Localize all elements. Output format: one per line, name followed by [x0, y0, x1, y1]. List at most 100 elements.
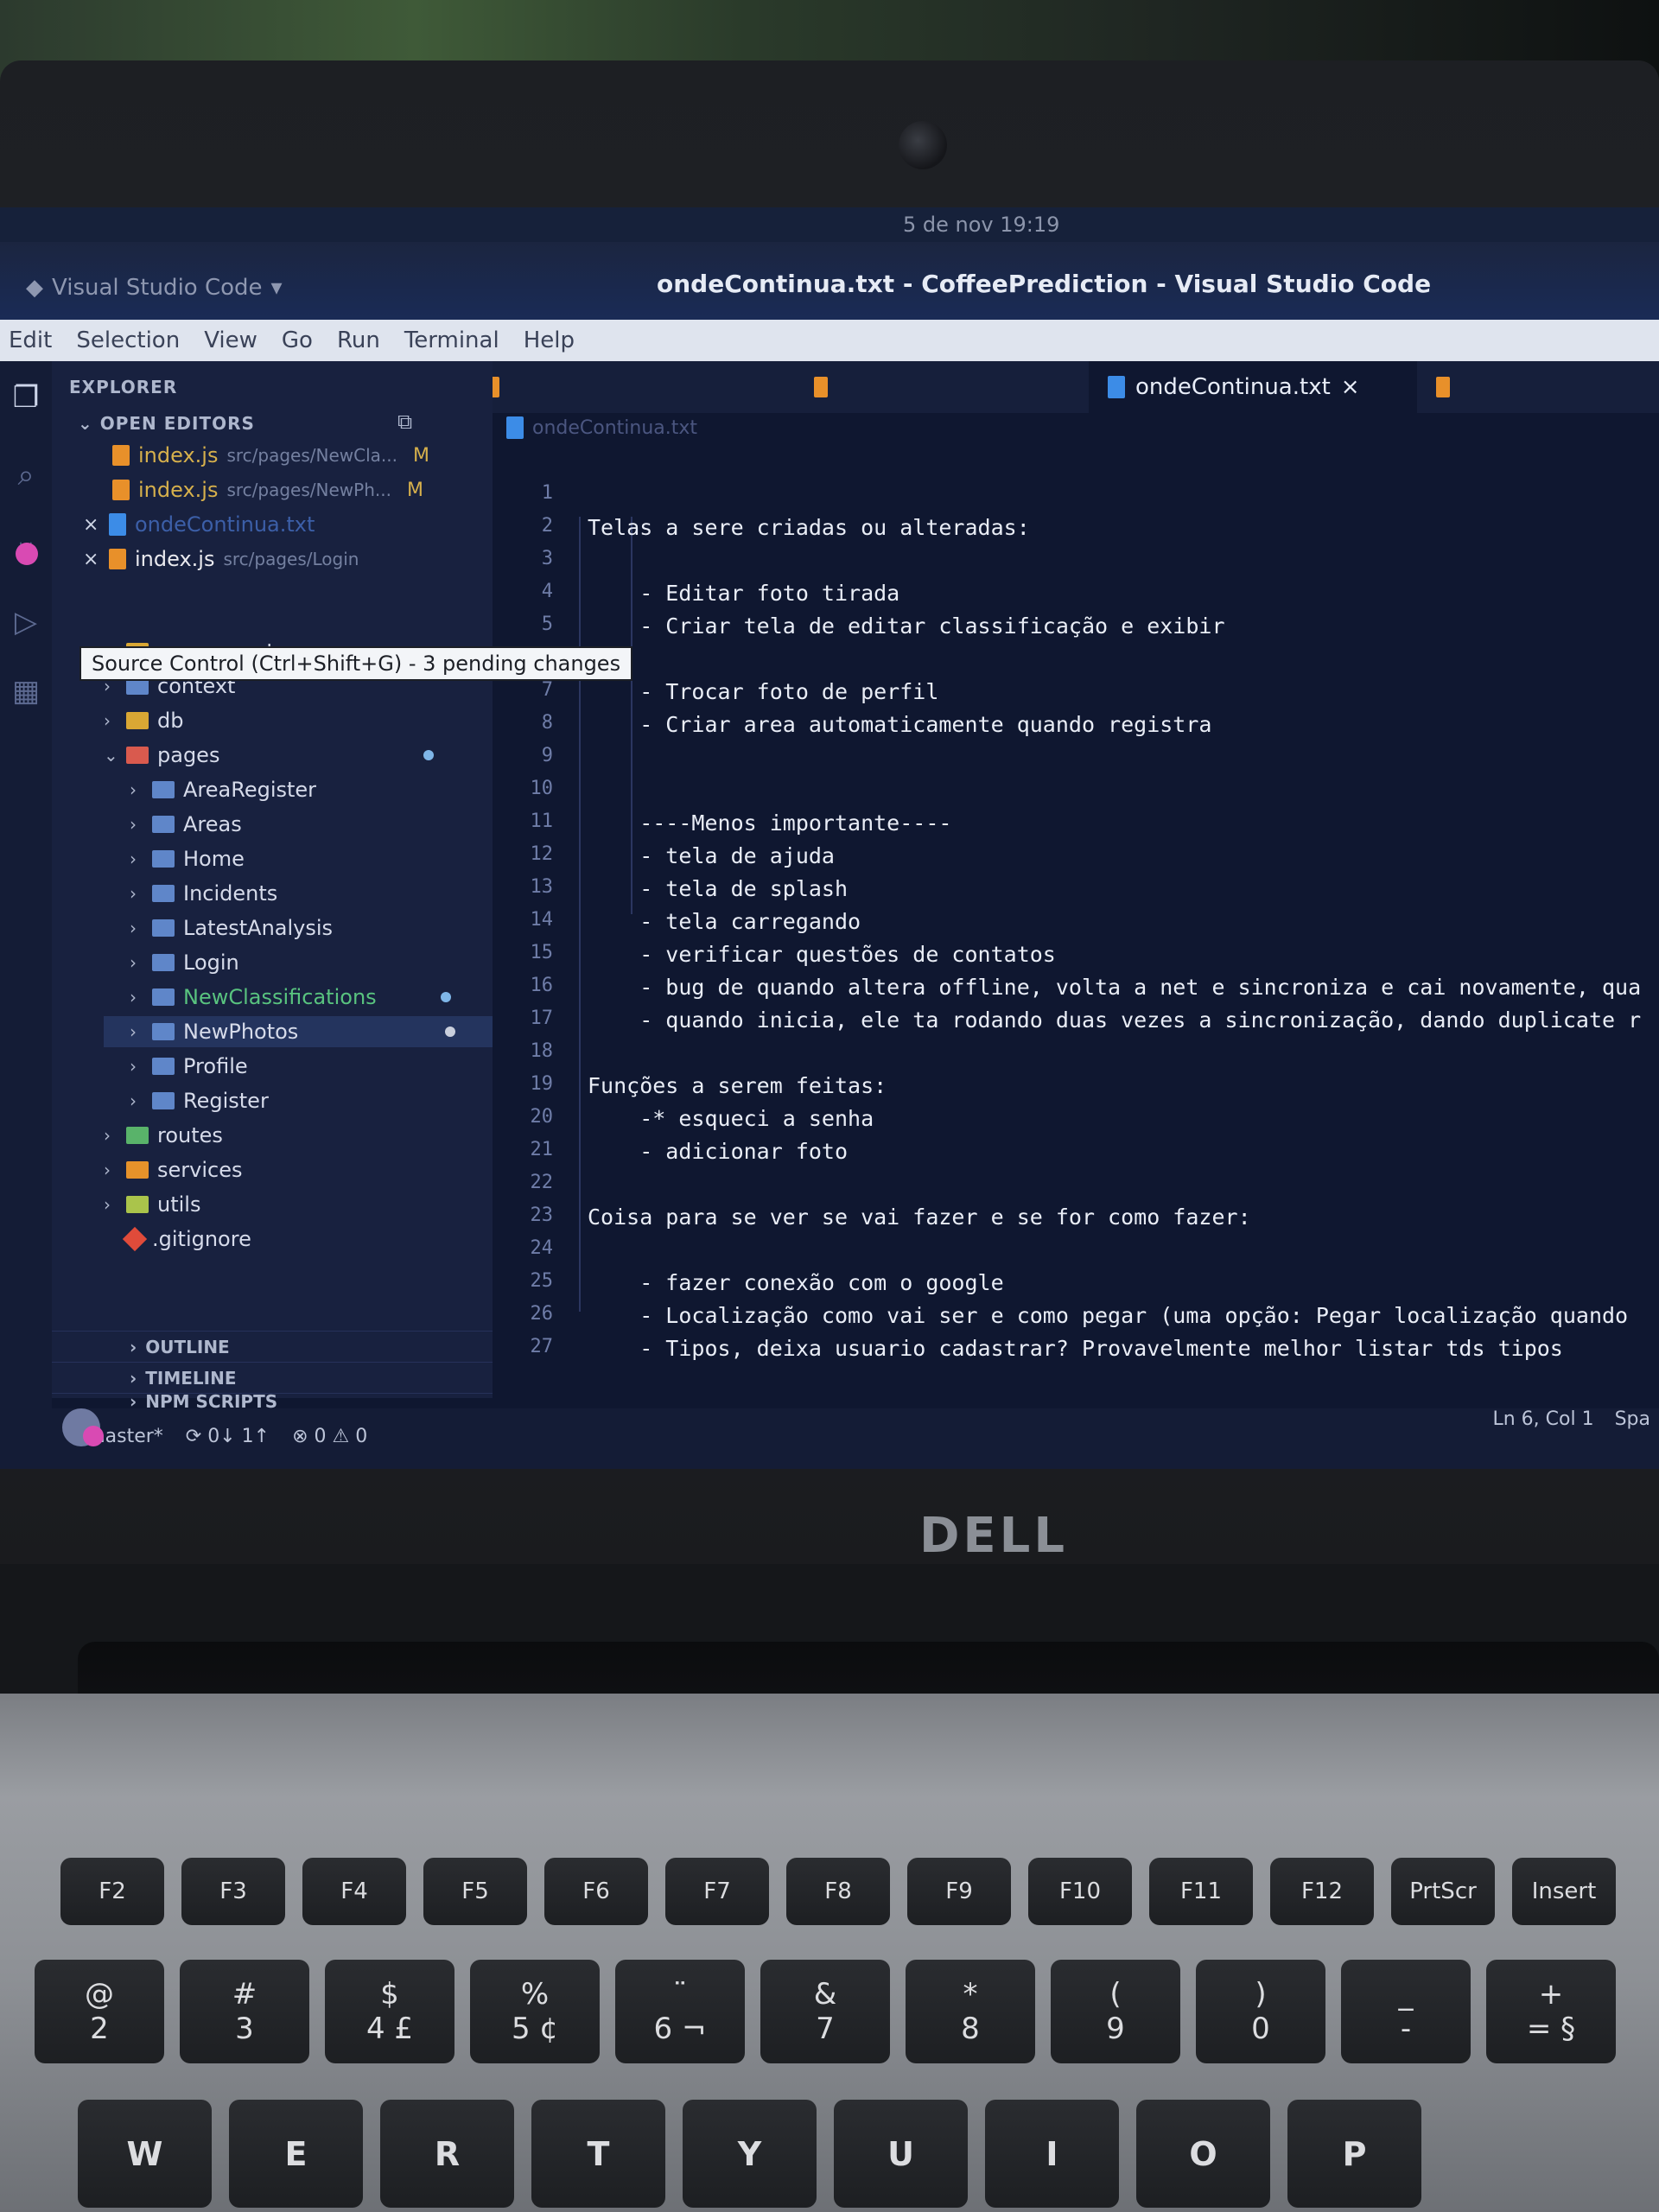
timeline-panel-header[interactable]: › TIMELINE [52, 1362, 493, 1393]
key-number[interactable]: % 5 ¢ [470, 1960, 600, 2063]
npm-scripts-panel-header[interactable]: › NPM SCRIPTS [52, 1393, 493, 1408]
key-f9[interactable]: F9 [907, 1858, 1011, 1925]
search-icon[interactable]: ⌕ [7, 456, 45, 494]
key-f11[interactable]: F11 [1149, 1858, 1253, 1925]
open-editor-item[interactable]: × index.js src/pages/Login [83, 543, 359, 575]
tree-folder-login[interactable]: › Login [130, 947, 239, 978]
sync-status[interactable]: ⟳ 0↓ 1↑ [186, 1426, 270, 1447]
code-line[interactable]: - Localização como vai ser e como pegar … [588, 1303, 1628, 1328]
code-line[interactable]: - verificar questões de contatos [588, 942, 1056, 967]
menu-run[interactable]: Run [337, 327, 380, 353]
code-line[interactable]: - tela de splash [588, 876, 848, 901]
problems-status[interactable]: ⊗ 0 ⚠ 0 [292, 1426, 367, 1447]
code-line[interactable]: Funções a serem feitas: [588, 1073, 887, 1098]
code-line[interactable]: - adicionar foto [588, 1139, 848, 1164]
tree-folder-db[interactable]: › db [104, 705, 183, 736]
tree-folder-pages[interactable]: ⌄ pages [104, 740, 219, 771]
code-line[interactable]: - tela carregando [588, 909, 861, 934]
tree-folder-routes[interactable]: › routes [104, 1120, 223, 1151]
key-insert[interactable]: Insert [1512, 1858, 1616, 1925]
key-f3[interactable]: F3 [181, 1858, 285, 1925]
key-f12[interactable]: F12 [1270, 1858, 1374, 1925]
tree-folder-areas[interactable]: › Areas [130, 809, 242, 840]
key-number[interactable]: $4 £ [325, 1960, 454, 2063]
extensions-icon[interactable]: ▦ [7, 672, 45, 710]
code-line[interactable]: - tela de ajuda [588, 843, 835, 868]
app-menu[interactable]: ◆ Visual Studio Code ▾ [26, 275, 283, 301]
key-f5[interactable]: F5 [423, 1858, 527, 1925]
tree-folder-profile[interactable]: › Profile [130, 1051, 248, 1082]
close-icon[interactable]: × [83, 514, 100, 536]
text-editor[interactable]: ondeContinua.txt 12345678910111213141516… [493, 413, 1659, 1408]
system-clock[interactable]: 5 de nov 19:19 [903, 213, 1059, 237]
tree-folder-arearegister[interactable]: › AreaRegister [130, 774, 316, 805]
open-editor-item[interactable]: index.js src/pages/NewCla... M [86, 439, 429, 472]
outline-panel-header[interactable]: › OUTLINE [52, 1331, 493, 1362]
key-letter[interactable]: I [985, 2100, 1119, 2208]
code-line[interactable]: - Tipos, deixa usuario cadastrar? Provav… [588, 1336, 1563, 1361]
save-all-icon[interactable]: ⧉ [397, 410, 412, 434]
open-editor-item[interactable]: index.js src/pages/NewPh... M [86, 474, 423, 506]
key-f7[interactable]: F7 [665, 1858, 769, 1925]
key-letter[interactable]: R [380, 2100, 514, 2208]
key-f2[interactable]: F2 [60, 1858, 164, 1925]
tree-folder-newclassifications[interactable]: › NewClassifications [130, 982, 377, 1013]
tree-folder-latestanalysis[interactable]: › LatestAnalysis [130, 912, 333, 944]
menu-terminal[interactable]: Terminal [404, 327, 499, 353]
code-line[interactable]: - Criar tela de editar classificação e e… [588, 613, 1224, 639]
key-number[interactable]: & 7 [760, 1960, 890, 2063]
key-number[interactable]: #3 [180, 1960, 309, 2063]
key-letter[interactable]: T [531, 2100, 665, 2208]
key-letter[interactable]: W [78, 2100, 212, 2208]
open-editors-header[interactable]: ⌄ OPEN EDITORS [78, 413, 255, 434]
tab-index-js-3[interactable] [1417, 361, 1469, 413]
key-f8[interactable]: F8 [786, 1858, 890, 1925]
code-line[interactable]: - bug de quando altera offline, volta a … [588, 975, 1641, 1000]
code-line[interactable]: - quando inicia, ele ta rodando duas vez… [588, 1007, 1641, 1033]
tab-index-js-2[interactable] [795, 361, 847, 413]
code-line[interactable]: - Editar foto tirada [588, 581, 899, 606]
key-number[interactable]: ) 0 [1196, 1960, 1325, 2063]
tree-folder-services[interactable]: › services [104, 1154, 242, 1185]
tree-folder-newphotos[interactable]: › NewPhotos [104, 1016, 493, 1047]
tree-folder-register[interactable]: › Register [130, 1085, 269, 1116]
explorer-icon[interactable]: ❐ [7, 378, 45, 416]
key-number[interactable]: (9 [1051, 1960, 1180, 2063]
tree-folder-utils[interactable]: › utils [104, 1189, 200, 1220]
code-line[interactable]: Telas a sere criadas ou alteradas: [588, 515, 1030, 540]
menu-selection[interactable]: Selection [76, 327, 180, 353]
breadcrumb-file[interactable]: ondeContinua.txt [532, 417, 697, 439]
key-number[interactable]: _ - [1341, 1960, 1471, 2063]
key-prtscr[interactable]: PrtScr [1391, 1858, 1495, 1925]
key-letter[interactable]: E [229, 2100, 363, 2208]
code-line[interactable]: - Criar area automaticamente quando regi… [588, 712, 1211, 737]
tree-file-gitignore[interactable]: .gitignore [122, 1224, 251, 1255]
key-f4[interactable]: F4 [302, 1858, 406, 1925]
key-number[interactable]: ¨ 6 ¬ [615, 1960, 745, 2063]
code-line[interactable]: - Trocar foto de perfil [588, 679, 938, 704]
indentation-status[interactable]: Spa [1615, 1408, 1650, 1430]
cursor-position[interactable]: Ln 6, Col 1 [1492, 1408, 1593, 1430]
key-letter[interactable]: Y [683, 2100, 817, 2208]
close-icon[interactable]: × [83, 549, 100, 570]
code-line[interactable]: ----Menos importante---- [588, 810, 951, 836]
tab-ondecontinua[interactable]: ondeContinua.txt × [1089, 361, 1417, 413]
code-line[interactable]: - fazer conexão com o google [588, 1270, 1003, 1295]
tree-folder-home[interactable]: › Home [130, 843, 245, 874]
menu-help[interactable]: Help [524, 327, 575, 353]
key-letter[interactable]: P [1287, 2100, 1421, 2208]
menu-view[interactable]: View [204, 327, 257, 353]
close-icon[interactable]: × [1341, 374, 1360, 400]
menu-go[interactable]: Go [282, 327, 313, 353]
key-letter[interactable]: O [1136, 2100, 1270, 2208]
key-f10[interactable]: F10 [1028, 1858, 1132, 1925]
code-line[interactable]: Coisa para se ver se vai fazer e se for … [588, 1205, 1251, 1230]
open-editor-item[interactable]: × ondeContinua.txt [83, 508, 315, 541]
run-debug-icon[interactable]: ▷ [7, 603, 45, 641]
key-letter[interactable]: U [834, 2100, 968, 2208]
key-f6[interactable]: F6 [544, 1858, 648, 1925]
code-line[interactable]: -* esqueci a senha [588, 1106, 874, 1131]
menu-edit[interactable]: Edit [9, 327, 52, 353]
key-number[interactable]: + = § [1486, 1960, 1616, 2063]
key-number[interactable]: @2 [35, 1960, 164, 2063]
